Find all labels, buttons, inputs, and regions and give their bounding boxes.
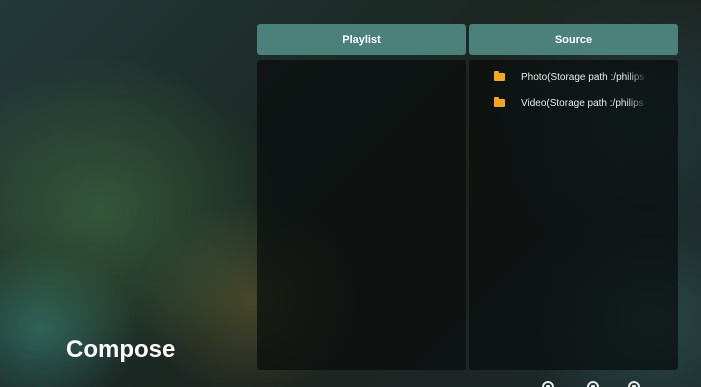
folder-icon — [494, 71, 505, 81]
source-item-photo[interactable]: Photo(Storage path :/philips — [469, 64, 678, 90]
playlist-column-header[interactable]: Playlist — [257, 24, 466, 55]
source-item-label: Video(Storage path :/philips — [521, 97, 644, 109]
remote-button-icon — [587, 381, 599, 387]
playlist-panel[interactable] — [257, 60, 466, 370]
remote-button-icon — [542, 381, 554, 387]
remote-hint-bar — [540, 379, 701, 387]
source-item-label: Photo(Storage path :/philips — [521, 71, 645, 83]
folder-icon — [494, 97, 505, 107]
remote-button-icon — [628, 381, 640, 387]
source-list: Photo(Storage path :/philips Video(Stora… — [469, 60, 678, 116]
source-item-video[interactable]: Video(Storage path :/philips — [469, 90, 678, 116]
source-header-label: Source — [554, 33, 593, 46]
source-panel[interactable]: Photo(Storage path :/philips Video(Stora… — [469, 60, 678, 370]
playlist-header-label: Playlist — [342, 33, 381, 46]
source-column-header[interactable]: Source — [469, 24, 678, 55]
page-title: Compose — [66, 336, 176, 363]
